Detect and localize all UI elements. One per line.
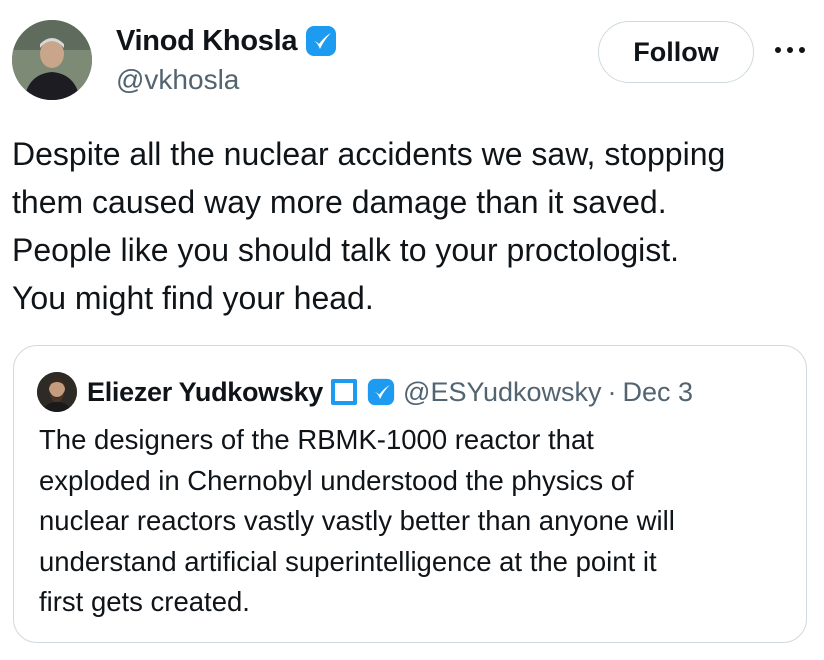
author-block: Vinod Khosla @vkhosla (116, 22, 337, 96)
quoted-display-name[interactable]: Eliezer Yudkowsky (87, 377, 323, 408)
author-handle[interactable]: @vkhosla (116, 64, 337, 96)
tweet-text-line: them caused way more damage than it save… (12, 184, 667, 220)
tweet-text: Despite all the nuclear accidents we saw… (12, 130, 812, 322)
author-avatar[interactable] (12, 20, 92, 100)
quoted-text-line: understand artificial superintelligence … (39, 545, 657, 577)
quoted-text-line: nuclear reactors vastly vastly better th… (39, 505, 675, 536)
person-avatar-icon (12, 20, 92, 100)
quoted-tweet[interactable]: Eliezer Yudkowsky @ESYudkowsky · Dec 3 T… (13, 345, 807, 643)
quoted-author-avatar[interactable] (37, 372, 77, 412)
quoted-handle[interactable]: @ESYudkowsky (403, 377, 602, 408)
verified-badge-icon[interactable] (367, 378, 395, 406)
person-avatar-icon (37, 372, 77, 412)
ellipsis-icon (775, 47, 805, 53)
quoted-header: Eliezer Yudkowsky @ESYudkowsky · Dec 3 (87, 372, 693, 412)
quoted-date[interactable]: Dec 3 (623, 377, 694, 408)
tweet-text-line: You might find your head. (12, 280, 374, 316)
quoted-text-line: first gets created. (39, 586, 250, 617)
more-options-button[interactable] (770, 38, 810, 62)
tweet-text-line: Despite all the nuclear accidents we saw… (12, 136, 726, 172)
verified-badge-icon[interactable] (305, 25, 337, 57)
square-emoji-icon (331, 379, 358, 405)
author-display-name[interactable]: Vinod Khosla (116, 25, 297, 58)
follow-button[interactable]: Follow (598, 21, 754, 83)
tweet-card: Vinod Khosla @vkhosla Follow Despite all… (0, 0, 824, 660)
separator-dot: · (607, 376, 617, 407)
author-name-row: Vinod Khosla (116, 22, 337, 60)
quoted-text-line: The designers of the RBMK-1000 reactor t… (39, 424, 594, 455)
tweet-text-line: People like you should talk to your proc… (12, 232, 680, 268)
quoted-text-line: exploded in Chernobyl understood the phy… (39, 464, 634, 496)
quoted-text: The designers of the RBMK-1000 reactor t… (39, 420, 799, 623)
